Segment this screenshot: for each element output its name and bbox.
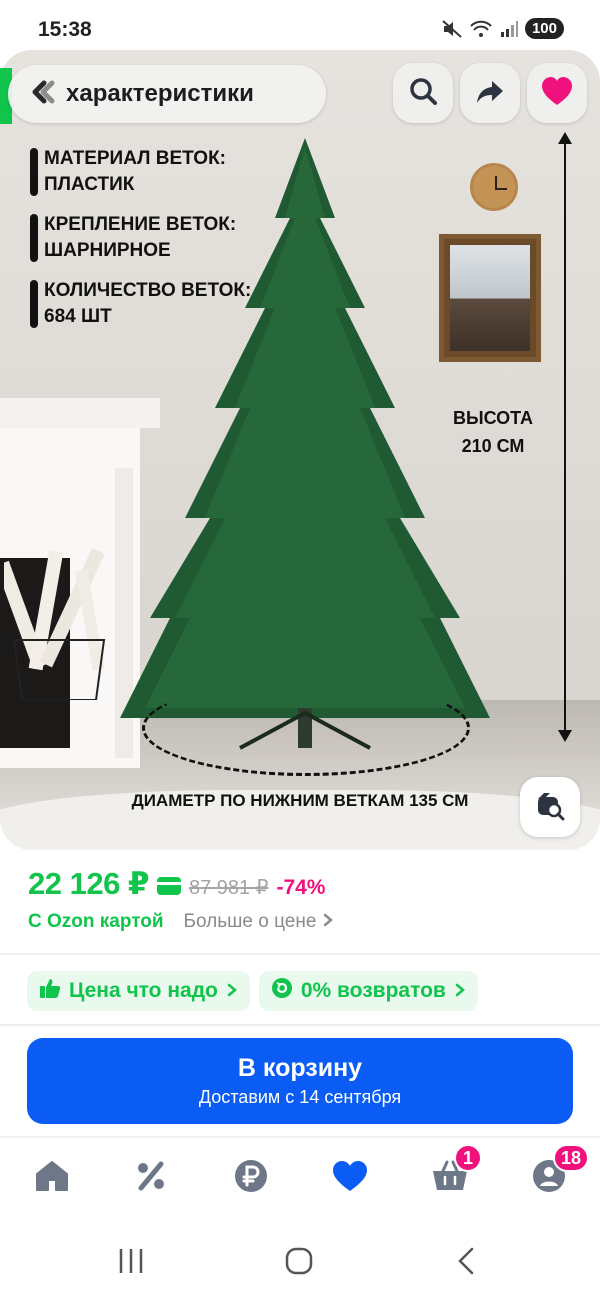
card-icon [157, 877, 181, 895]
good-price-label: Цена что надо [69, 979, 218, 1002]
birch-logs [4, 548, 106, 700]
price-row: 22 126 ₽ 87 981 ₽ -74% [28, 866, 325, 902]
search-icon [407, 75, 439, 112]
share-icon [474, 75, 506, 112]
battery-indicator: 100 [524, 18, 564, 39]
share-button[interactable] [460, 63, 520, 123]
home-button-icon[interactable] [284, 1246, 314, 1281]
nav-divider [0, 1136, 600, 1138]
heart-icon [541, 76, 573, 111]
more-about-price-link[interactable]: Больше о цене [184, 911, 334, 933]
more-about-price-label: Больше о цене [183, 911, 317, 932]
ozon-card-label[interactable]: С Ozon картой [28, 911, 164, 933]
chevron-left-icon [29, 79, 55, 110]
percent-icon [134, 1159, 168, 1198]
product-image[interactable]: МАТЕРИАЛ ВЕТОК: ПЛАСТИК КРЕПЛЕНИЕ ВЕТОК:… [0, 50, 600, 850]
chevron-right-icon [454, 979, 466, 1003]
characteristics-label: характеристики [66, 80, 254, 107]
mute-icon [441, 19, 463, 39]
heart-icon [331, 1159, 369, 1198]
image-search-icon [534, 789, 566, 826]
cart-count-badge: 1 [454, 1144, 482, 1172]
nav-home[interactable] [32, 1158, 72, 1198]
return-icon [271, 977, 293, 1005]
nav-favorites[interactable] [330, 1158, 370, 1198]
thumbs-up-icon [39, 977, 61, 1005]
cart-button-title: В корзину [237, 1054, 363, 1082]
search-button[interactable] [393, 63, 453, 123]
spec-item: МАТЕРИАЛ ВЕТОК: ПЛАСТИК [28, 146, 258, 198]
height-measure-line [564, 138, 566, 738]
chevron-right-icon [226, 979, 238, 1003]
profile-notifications-badge: 18 [553, 1144, 590, 1172]
characteristics-chip[interactable]: характеристики [8, 65, 326, 123]
status-icons: 100 [441, 18, 564, 39]
divider [0, 953, 600, 955]
back-button[interactable] [18, 70, 66, 118]
diameter-measure-ellipse [142, 680, 470, 776]
discount-percent: -74% [276, 876, 326, 899]
current-price: 22 126 ₽ [28, 866, 150, 901]
wifi-icon [469, 19, 493, 39]
delivery-date-label: Доставим с 14 сентября [198, 1087, 402, 1107]
nav-sales[interactable] [131, 1158, 171, 1198]
image-search-button[interactable] [520, 777, 580, 837]
status-time: 15:38 [38, 18, 92, 41]
spec-list: МАТЕРИАЛ ВЕТОК: ПЛАСТИК КРЕПЛЕНИЕ ВЕТОК:… [28, 146, 258, 344]
arrow-down-icon [558, 730, 572, 742]
nav-cart[interactable]: 1 [430, 1144, 482, 1198]
system-nav-bar [0, 1230, 600, 1299]
diameter-label: ДИАМЕТР ПО НИЖНИМ ВЕТКАМ 135 СМ [131, 791, 469, 810]
chevron-right-icon [322, 911, 334, 932]
home-icon [34, 1159, 70, 1198]
nav-finance[interactable] [231, 1158, 271, 1198]
spec-item: КОЛИЧЕСТВО ВЕТОК: 684 ШТ [28, 278, 258, 330]
recent-apps-icon[interactable] [117, 1246, 145, 1281]
back-icon[interactable] [454, 1246, 478, 1281]
badges-row: Цена что надо 0% возвратов [27, 971, 478, 1011]
status-bar: 15:38 100 [0, 0, 600, 52]
returns-badge[interactable]: 0% возвратов [258, 971, 478, 1011]
signal-icon [499, 19, 519, 39]
bottom-nav: 1 18 [0, 1144, 600, 1210]
favorite-button[interactable] [527, 63, 587, 123]
height-label: ВЫСОТА 210 СМ [452, 408, 534, 456]
old-price: 87 981 ₽ [189, 877, 269, 899]
ruble-icon [233, 1158, 269, 1199]
product-screen: 15:38 100 МАТЕРИАЛ ВЕТОК: ПЛАСТИК КРЕПЛЕ… [0, 0, 600, 1299]
good-price-badge[interactable]: Цена что надо [27, 971, 250, 1011]
add-to-cart-button[interactable]: В корзину Доставим с 14 сентября [27, 1038, 573, 1124]
card-price-row: С Ozon картой Больше о цене [28, 911, 334, 933]
arrow-up-icon [558, 132, 572, 144]
spec-item: КРЕПЛЕНИЕ ВЕТОК: ШАРНИРНОЕ [28, 212, 258, 264]
returns-label: 0% возвратов [300, 979, 446, 1002]
section-divider [0, 1024, 600, 1026]
nav-profile[interactable]: 18 [529, 1144, 590, 1198]
